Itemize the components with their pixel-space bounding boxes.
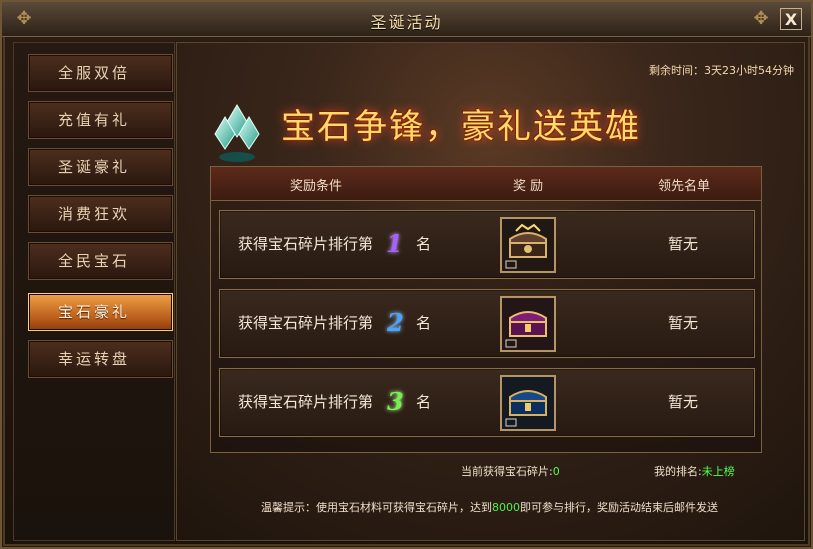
reward-condition: 获得宝石碎片排行第 1 名: [238, 229, 431, 258]
crystal-icon: [214, 104, 260, 162]
current-fragments: 当前获得宝石碎片:0: [461, 463, 560, 479]
leader-value: 暂无: [668, 393, 699, 411]
close-button[interactable]: X: [780, 8, 802, 30]
tip-highlight: 8000: [492, 501, 520, 514]
table-header: 奖励条件 奖 励 领先名单: [211, 167, 761, 201]
condition-suffix: 名: [416, 235, 432, 253]
sidebar-item-recharge-gift[interactable]: 充值有礼: [28, 101, 173, 139]
window-title: 圣诞活动: [370, 13, 443, 32]
reward-chest-1[interactable]: [500, 217, 556, 273]
sidebar-item-all-gems[interactable]: 全民宝石: [28, 242, 173, 280]
condition-prefix: 获得宝石碎片排行第: [238, 235, 374, 253]
condition-suffix: 名: [416, 393, 432, 411]
countdown-value: 3天23小时54分钟: [704, 64, 794, 77]
treasure-chest-icon: [502, 377, 554, 429]
table-row: 获得宝石碎片排行第 1 名 暂无: [219, 210, 755, 279]
reward-condition: 获得宝石碎片排行第 3 名: [238, 387, 431, 416]
rank-number: 2: [387, 308, 404, 337]
my-rank-label: 我的排名:: [654, 465, 702, 478]
sidebar-item-christmas-gift[interactable]: 圣诞豪礼: [28, 148, 173, 186]
sidebar-item-full-server-double[interactable]: 全服双倍: [28, 54, 173, 92]
condition-suffix: 名: [416, 314, 432, 332]
sidebar-item-lucky-wheel[interactable]: 幸运转盘: [28, 340, 173, 378]
countdown: 剩余时间：3天23小时54分钟: [649, 62, 794, 78]
leader-value: 暂无: [668, 235, 699, 253]
my-rank-value: 未上榜: [701, 465, 735, 478]
rank-number: 3: [387, 387, 404, 416]
reward-chest-2[interactable]: [500, 296, 556, 352]
sidebar-item-spending-carnival[interactable]: 消费狂欢: [28, 195, 173, 233]
ranking-table: 奖励条件 奖 励 领先名单 获得宝石碎片排行第 1 名 暂无 获得宝石碎片排行第…: [210, 166, 762, 453]
leader-value: 暂无: [668, 314, 699, 332]
event-content: 剩余时间：3天23小时54分钟 宝石争锋，豪礼送英雄 奖励条件 奖 励 领先名单…: [176, 42, 805, 541]
ornament-right-icon: ✥: [753, 8, 769, 29]
table-row: 获得宝石碎片排行第 3 名 暂无: [219, 368, 755, 437]
tip-text: 温馨提示：使用宝石材料可获得宝石碎片，达到8000即可参与排行，奖励活动结束后邮…: [261, 499, 718, 515]
current-fragments-value: 0: [552, 465, 560, 478]
banner-title: 宝石争锋，豪礼送英雄: [281, 107, 641, 147]
rank-number: 1: [386, 229, 403, 258]
header-leaderboard: 领先名单: [658, 179, 711, 194]
sidebar: 全服双倍 充值有礼 圣诞豪礼 消费狂欢 全民宝石 宝石豪礼 幸运转盘: [13, 42, 175, 541]
table-row: 获得宝石碎片排行第 2 名 暂无: [219, 289, 755, 358]
tip-suffix: 即可参与排行，奖励活动结束后邮件发送: [520, 501, 718, 514]
my-rank: 我的排名:未上榜: [654, 463, 735, 479]
condition-prefix: 获得宝石碎片排行第: [238, 393, 374, 411]
countdown-label: 剩余时间：: [649, 64, 704, 77]
treasure-chest-icon: [502, 219, 554, 271]
condition-prefix: 获得宝石碎片排行第: [238, 314, 374, 332]
treasure-chest-icon: [502, 298, 554, 350]
window-titlebar: ✥ 圣诞活动 ✥ X: [2, 2, 811, 37]
header-reward: 奖 励: [513, 179, 544, 194]
reward-chest-3[interactable]: [500, 375, 556, 431]
current-fragments-label: 当前获得宝石碎片:: [461, 465, 553, 478]
event-window: ✥ 圣诞活动 ✥ X 全服双倍 充值有礼 圣诞豪礼 消费狂欢 全民宝石 宝石豪礼…: [0, 0, 813, 549]
reward-condition: 获得宝石碎片排行第 2 名: [238, 308, 431, 337]
header-condition: 奖励条件: [290, 179, 343, 194]
tip-prefix: 温馨提示：使用宝石材料可获得宝石碎片，达到: [261, 501, 492, 514]
sidebar-item-gem-gift[interactable]: 宝石豪礼: [28, 293, 173, 331]
